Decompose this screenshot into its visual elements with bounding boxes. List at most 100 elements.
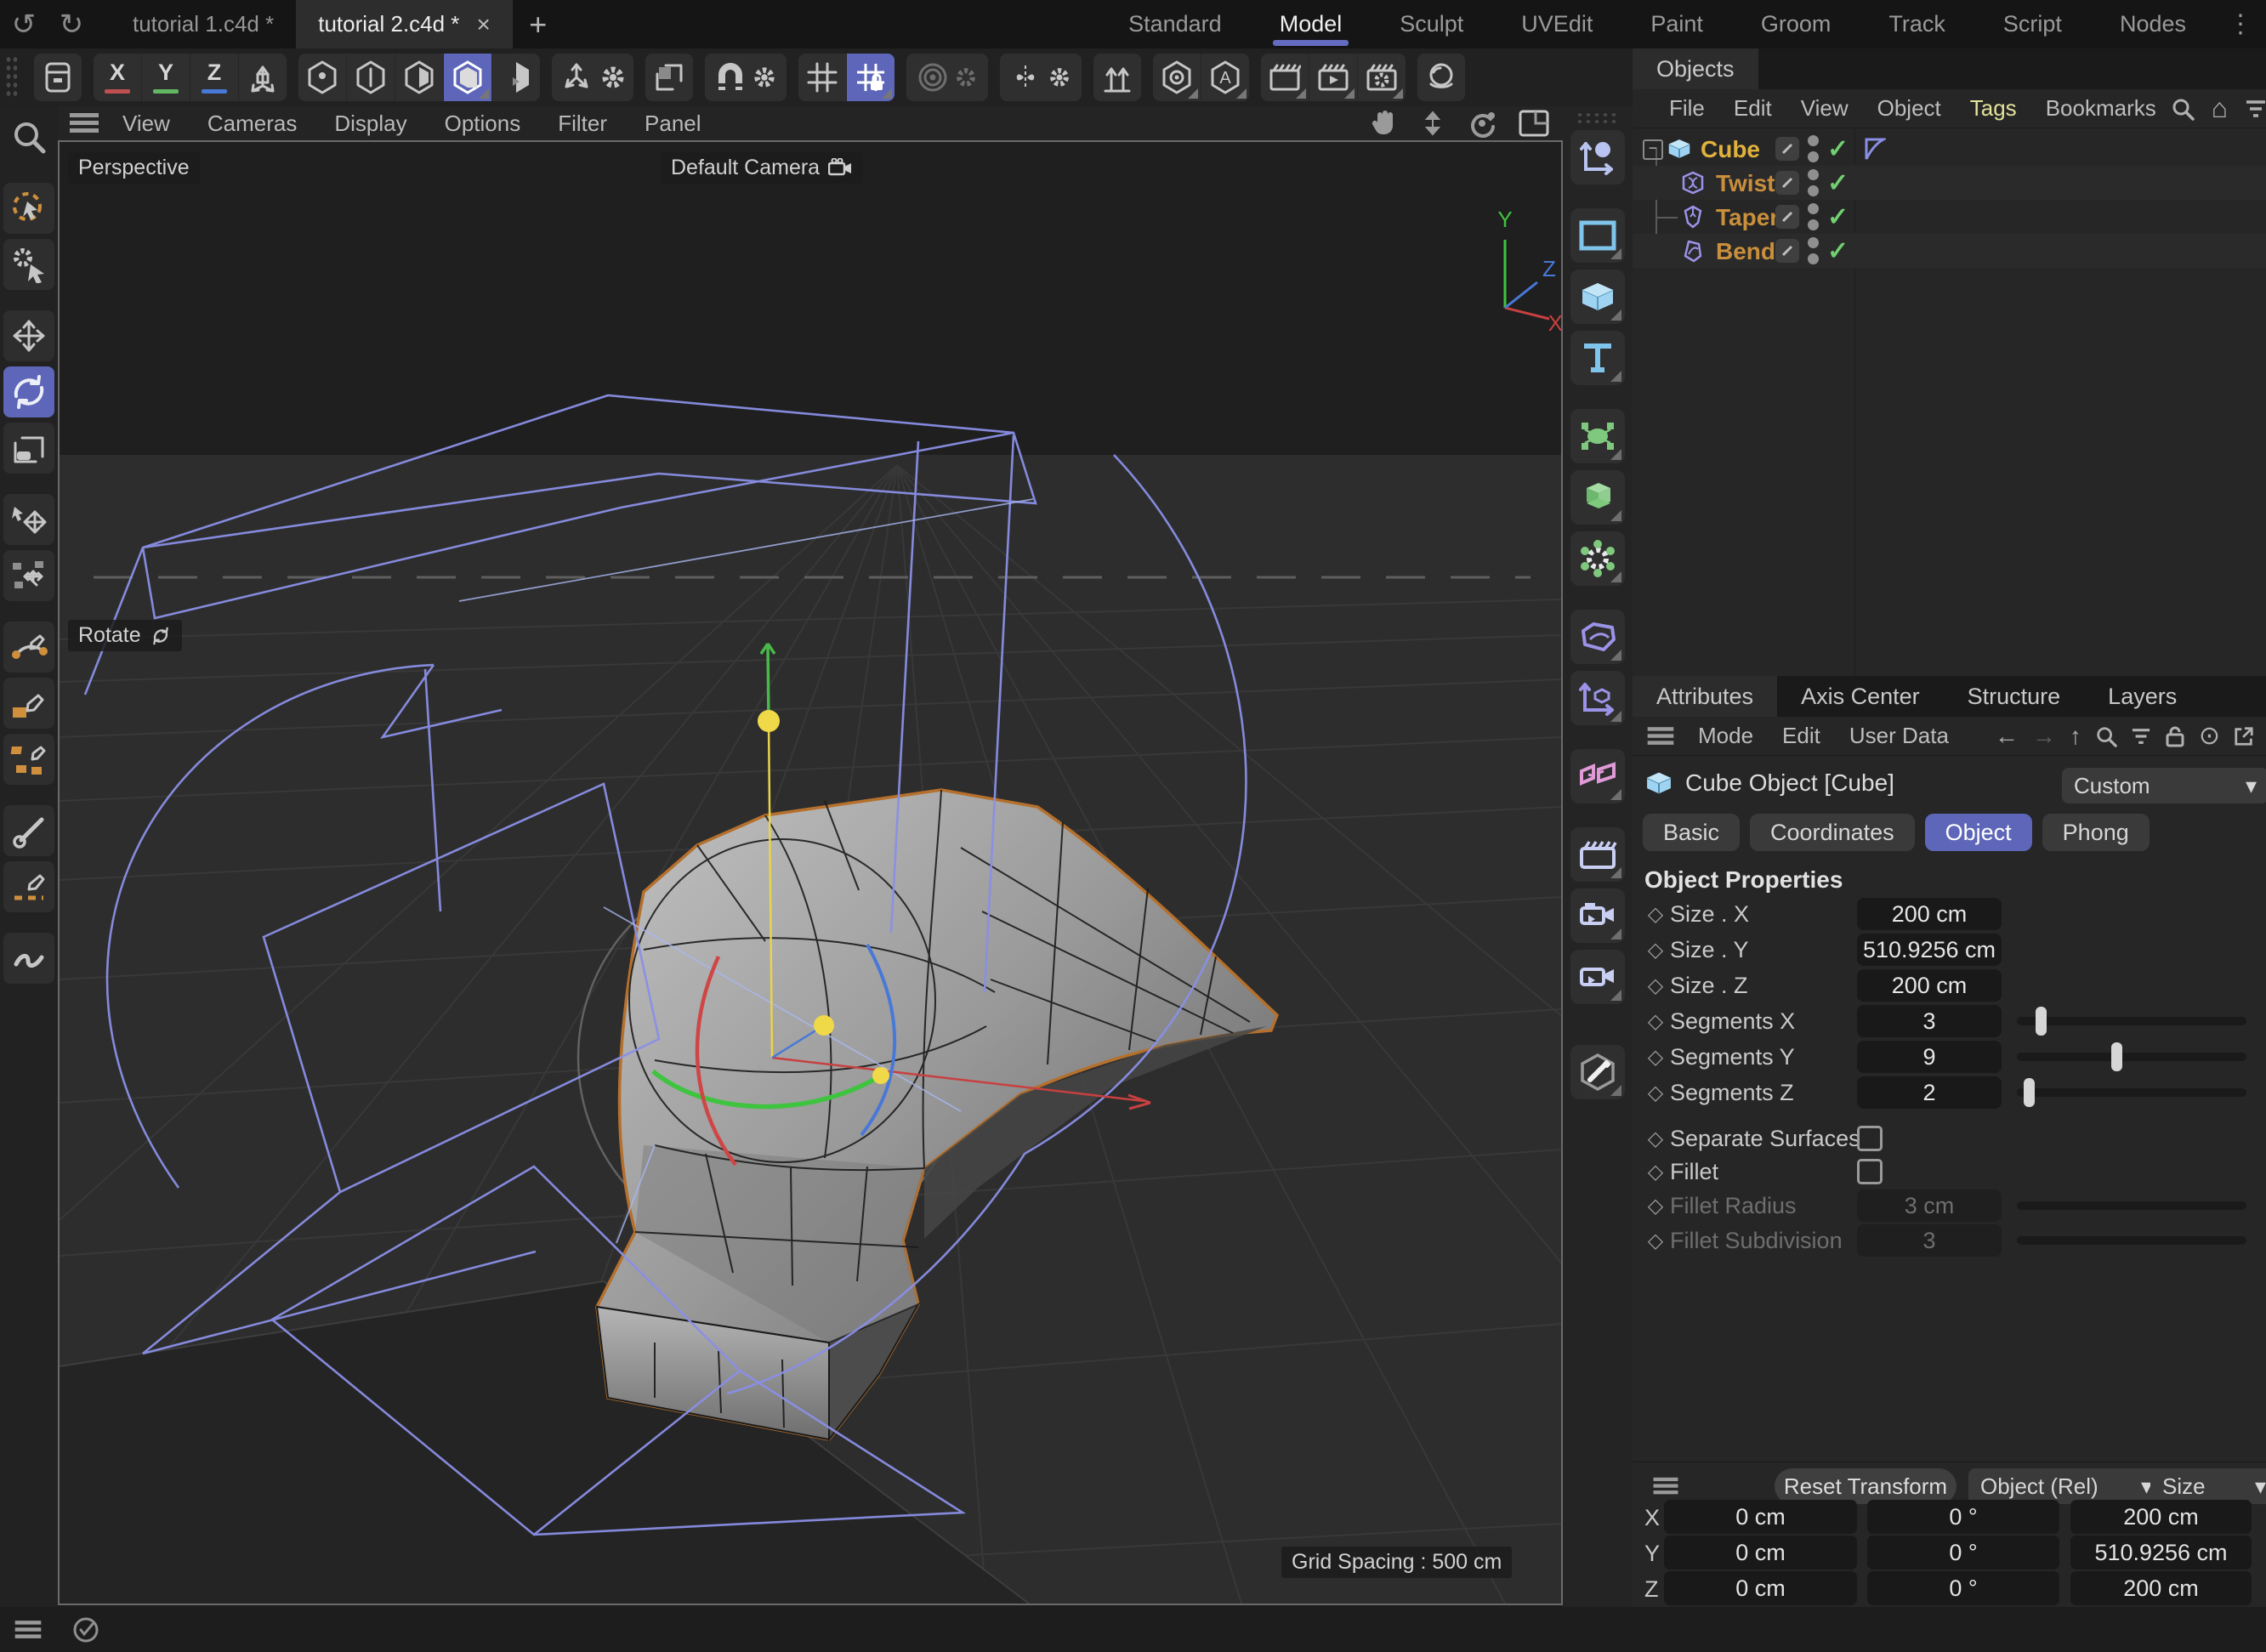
collapse-icon[interactable]: − bbox=[1643, 139, 1663, 160]
redo-icon[interactable]: ↻ bbox=[48, 0, 95, 48]
search-icon[interactable] bbox=[2171, 97, 2195, 121]
pos-x-field[interactable]: 0 cm bbox=[1664, 1500, 1857, 1534]
spline-pen-tool[interactable] bbox=[3, 622, 54, 673]
size-y-field[interactable]: 510.9256 cm bbox=[1857, 934, 2002, 966]
visibility-dots[interactable] bbox=[1808, 135, 1819, 162]
quantize-lock-icon[interactable] bbox=[846, 54, 894, 101]
keyframe-diamond-icon[interactable]: ◇ bbox=[1641, 938, 1670, 962]
new-tab-button[interactable]: + bbox=[513, 7, 564, 43]
camera-icon-1[interactable] bbox=[1570, 888, 1625, 943]
tweak-tool[interactable] bbox=[3, 239, 54, 290]
workplane-icon[interactable] bbox=[645, 54, 693, 101]
keyframe-diamond-icon[interactable]: ◇ bbox=[1641, 1127, 1670, 1151]
size-y-coord-field[interactable]: 510.9256 cm bbox=[2070, 1536, 2252, 1570]
field-icon[interactable] bbox=[1570, 749, 1625, 803]
separate-surfaces-checkbox[interactable] bbox=[1857, 1126, 1883, 1151]
view-type-label[interactable]: Perspective bbox=[68, 152, 200, 184]
pill-basic[interactable]: Basic bbox=[1643, 814, 1740, 851]
object-name[interactable]: Bend bbox=[1716, 238, 1775, 265]
viewport-filter-icon[interactable] bbox=[3, 111, 54, 162]
edit-toggle-icon[interactable] bbox=[1775, 171, 1799, 195]
parent-up-icon[interactable]: ↑ bbox=[2070, 723, 2081, 750]
pill-coordinates[interactable]: Coordinates bbox=[1750, 814, 1915, 851]
live-selection-tool[interactable] bbox=[3, 183, 54, 234]
freehand-spline-tool[interactable] bbox=[3, 933, 54, 984]
tab-structure[interactable]: Structure bbox=[1944, 676, 2085, 717]
keyframe-diamond-icon[interactable]: ◇ bbox=[1641, 1081, 1670, 1105]
fillet-checkbox[interactable] bbox=[1857, 1159, 1883, 1184]
size-z-coord-field[interactable]: 200 cm bbox=[2070, 1571, 2252, 1605]
objects-menu-edit[interactable]: Edit bbox=[1719, 95, 1786, 122]
layout-standard[interactable]: Standard bbox=[1099, 0, 1251, 48]
undo-icon[interactable]: ↺ bbox=[0, 0, 48, 48]
edit-toggle-icon[interactable] bbox=[1775, 205, 1799, 229]
material-editor-icon[interactable] bbox=[1570, 1045, 1625, 1099]
segments-x-field[interactable]: 3 bbox=[1857, 1005, 2002, 1037]
make-editable-icon[interactable] bbox=[1153, 54, 1201, 101]
arrange-tool[interactable] bbox=[3, 550, 54, 601]
render-picture-viewer-icon[interactable] bbox=[1309, 54, 1357, 101]
segments-z-field[interactable]: 2 bbox=[1857, 1076, 2002, 1109]
environment-icon[interactable] bbox=[1570, 671, 1625, 725]
layout-script[interactable]: Script bbox=[1974, 0, 2091, 48]
close-tab-icon[interactable]: × bbox=[476, 11, 490, 38]
viewport-menu-panel[interactable]: Panel bbox=[626, 111, 720, 137]
layout-overflow-icon[interactable]: ⋮ bbox=[2215, 9, 2266, 39]
coordinate-system-icon[interactable] bbox=[238, 54, 287, 101]
visibility-dots[interactable] bbox=[1808, 203, 1819, 230]
current-state-icon[interactable]: A bbox=[1201, 54, 1249, 101]
layout-sculpt[interactable]: Sculpt bbox=[1371, 0, 1492, 48]
modeling-settings-icon[interactable] bbox=[906, 54, 988, 101]
rot-y-field[interactable]: 0 ° bbox=[1867, 1536, 2059, 1570]
tree-row-bend[interactable]: Bend ✓ bbox=[1633, 234, 2266, 268]
filter-icon[interactable] bbox=[2131, 727, 2151, 746]
rotate-tool[interactable] bbox=[3, 366, 54, 417]
sketch-tool[interactable] bbox=[3, 678, 54, 729]
viewport-menu-view[interactable]: View bbox=[104, 111, 189, 137]
camera-icon-2[interactable] bbox=[1570, 950, 1625, 1004]
keyframe-diamond-icon[interactable]: ◇ bbox=[1641, 1009, 1670, 1034]
rotate-view-icon[interactable] bbox=[1468, 109, 1496, 138]
visibility-dots[interactable] bbox=[1808, 169, 1819, 196]
objects-menu-view[interactable]: View bbox=[1786, 95, 1863, 122]
snap-settings-icon[interactable] bbox=[705, 54, 787, 101]
keyframe-diamond-icon[interactable]: ◇ bbox=[1641, 974, 1670, 998]
layout-groom[interactable]: Groom bbox=[1732, 0, 1860, 48]
render-view-icon[interactable] bbox=[1261, 54, 1309, 101]
segments-x-slider[interactable] bbox=[2017, 1017, 2246, 1025]
lock-z-axis-button[interactable]: Z bbox=[190, 54, 238, 101]
object-name[interactable]: Twist bbox=[1716, 170, 1775, 197]
edit-toggle-icon[interactable] bbox=[1775, 137, 1799, 161]
polygons-mode-icon[interactable] bbox=[395, 54, 443, 101]
enabled-check-icon[interactable]: ✓ bbox=[1827, 168, 1849, 198]
tree-row-cube[interactable]: − Cube ✓ bbox=[1633, 132, 2266, 166]
pen-spline-icon[interactable] bbox=[1570, 130, 1625, 185]
subdivision-surface-icon[interactable] bbox=[1570, 409, 1625, 463]
object-name[interactable]: Taper bbox=[1716, 204, 1779, 231]
objects-menu-file[interactable]: File bbox=[1655, 95, 1719, 122]
open-in-new-icon[interactable] bbox=[2234, 726, 2254, 747]
objects-menu-bookmarks[interactable]: Bookmarks bbox=[2031, 95, 2171, 122]
quantize-grid-icon[interactable] bbox=[798, 54, 846, 101]
visibility-dots[interactable] bbox=[1808, 237, 1819, 264]
lock-icon[interactable] bbox=[2165, 725, 2185, 747]
layout-model[interactable]: Model bbox=[1251, 0, 1372, 48]
model-mode-icon[interactable] bbox=[443, 54, 491, 101]
pill-object[interactable]: Object bbox=[1925, 814, 2032, 851]
axis-settings-icon[interactable] bbox=[552, 54, 633, 101]
home-icon[interactable]: ⌂ bbox=[2212, 93, 2228, 124]
keyframe-diamond-icon[interactable]: ◇ bbox=[1641, 1160, 1670, 1184]
viewport-menu-options[interactable]: Options bbox=[426, 111, 540, 137]
objects-menu-object[interactable]: Object bbox=[1863, 95, 1956, 122]
segments-y-slider[interactable] bbox=[2017, 1053, 2246, 1061]
move-tool[interactable] bbox=[3, 310, 54, 361]
layout-track[interactable]: Track bbox=[1860, 0, 1974, 48]
polygon-pen-tool[interactable] bbox=[3, 734, 54, 785]
preset-dropdown[interactable]: Custom ▾ bbox=[2062, 768, 2266, 803]
lock-y-axis-button[interactable]: Y bbox=[141, 54, 190, 101]
attributes-menu-userdata[interactable]: User Data bbox=[1835, 723, 1963, 749]
size-x-field[interactable]: 200 cm bbox=[1857, 898, 2002, 930]
points-mode-icon[interactable] bbox=[298, 54, 346, 101]
viewport[interactable]: Y X Z Perspective Default Camera Rotate … bbox=[58, 140, 1563, 1605]
texture-mode-icon[interactable] bbox=[491, 54, 540, 101]
